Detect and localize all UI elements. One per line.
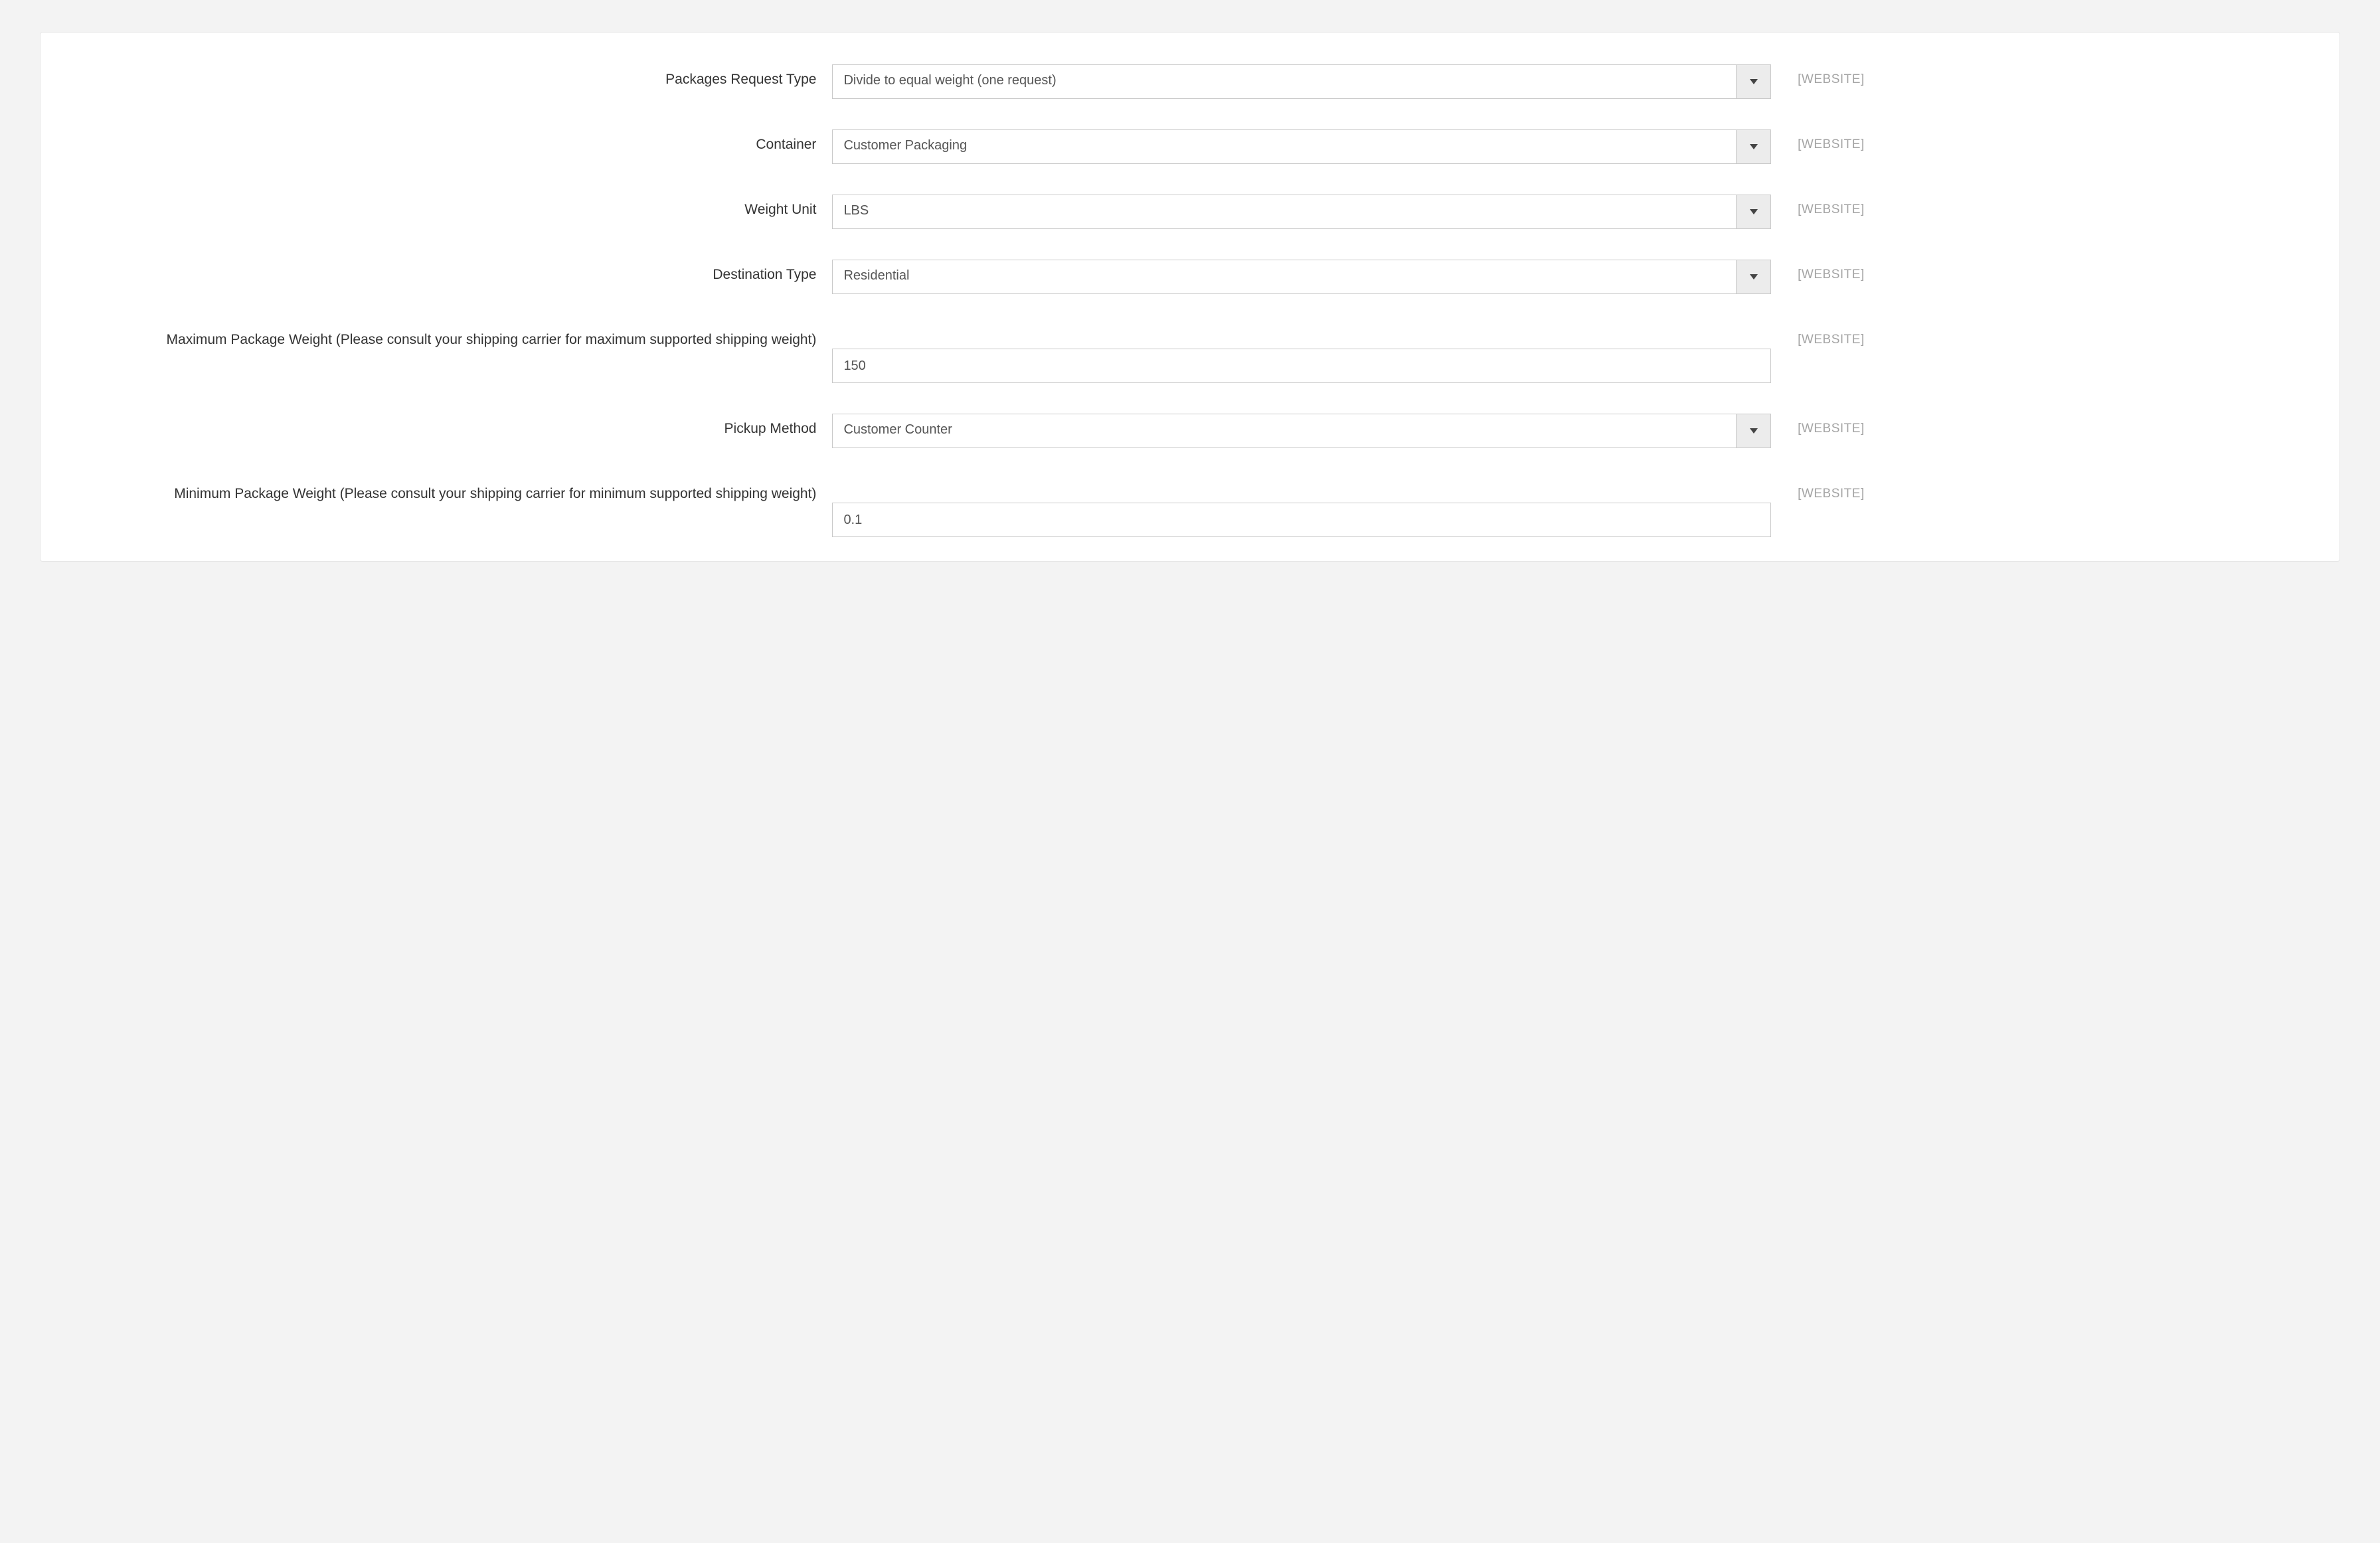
label-packages-request-type: Packages Request Type [72,64,832,90]
scope-tag: [WEBSITE] [1771,414,2308,436]
row-max-package-weight: Maximum Package Weight (Please consult y… [72,325,2308,383]
input-min-package-weight[interactable] [832,503,1771,537]
input-max-package-weight[interactable] [832,349,1771,383]
dropdown-button[interactable] [1736,65,1770,98]
row-packages-request-type: Packages Request Type Divide to equal we… [72,64,2308,99]
field-max-package-weight [832,349,1771,383]
select-value: LBS [833,195,1736,228]
dropdown-button[interactable] [1736,414,1770,447]
row-destination-type: Destination Type Residential [WEBSITE] [72,260,2308,294]
label-container: Container [72,129,832,155]
select-weight-unit[interactable]: LBS [832,195,1771,229]
row-min-package-weight: Minimum Package Weight (Please consult y… [72,479,2308,537]
select-destination-type[interactable]: Residential [832,260,1771,294]
field-pickup-method: Customer Counter [832,414,1771,448]
scope-tag: [WEBSITE] [1771,479,2308,501]
field-min-package-weight [832,503,1771,537]
caret-down-icon [1750,209,1758,214]
field-destination-type: Residential [832,260,1771,294]
field-container: Customer Packaging [832,129,1771,164]
field-packages-request-type: Divide to equal weight (one request) [832,64,1771,99]
row-pickup-method: Pickup Method Customer Counter [WEBSITE] [72,414,2308,448]
label-max-package-weight: Maximum Package Weight (Please consult y… [72,325,832,350]
row-weight-unit: Weight Unit LBS [WEBSITE] [72,195,2308,229]
dropdown-button[interactable] [1736,130,1770,163]
caret-down-icon [1750,144,1758,149]
scope-tag: [WEBSITE] [1771,195,2308,217]
dropdown-button[interactable] [1736,195,1770,228]
field-weight-unit: LBS [832,195,1771,229]
caret-down-icon [1750,79,1758,84]
scope-tag: [WEBSITE] [1771,325,2308,347]
scope-tag: [WEBSITE] [1771,129,2308,152]
label-weight-unit: Weight Unit [72,195,832,220]
caret-down-icon [1750,428,1758,434]
select-pickup-method[interactable]: Customer Counter [832,414,1771,448]
scope-tag: [WEBSITE] [1771,64,2308,87]
config-panel: Packages Request Type Divide to equal we… [40,32,2340,562]
dropdown-button[interactable] [1736,260,1770,293]
label-pickup-method: Pickup Method [72,414,832,439]
scope-tag: [WEBSITE] [1771,260,2308,282]
select-value: Customer Counter [833,414,1736,447]
select-value: Residential [833,260,1736,293]
row-container: Container Customer Packaging [WEBSITE] [72,129,2308,164]
select-value: Customer Packaging [833,130,1736,163]
select-packages-request-type[interactable]: Divide to equal weight (one request) [832,64,1771,99]
caret-down-icon [1750,274,1758,280]
label-destination-type: Destination Type [72,260,832,285]
select-container[interactable]: Customer Packaging [832,129,1771,164]
label-min-package-weight: Minimum Package Weight (Please consult y… [72,479,832,504]
select-value: Divide to equal weight (one request) [833,65,1736,98]
